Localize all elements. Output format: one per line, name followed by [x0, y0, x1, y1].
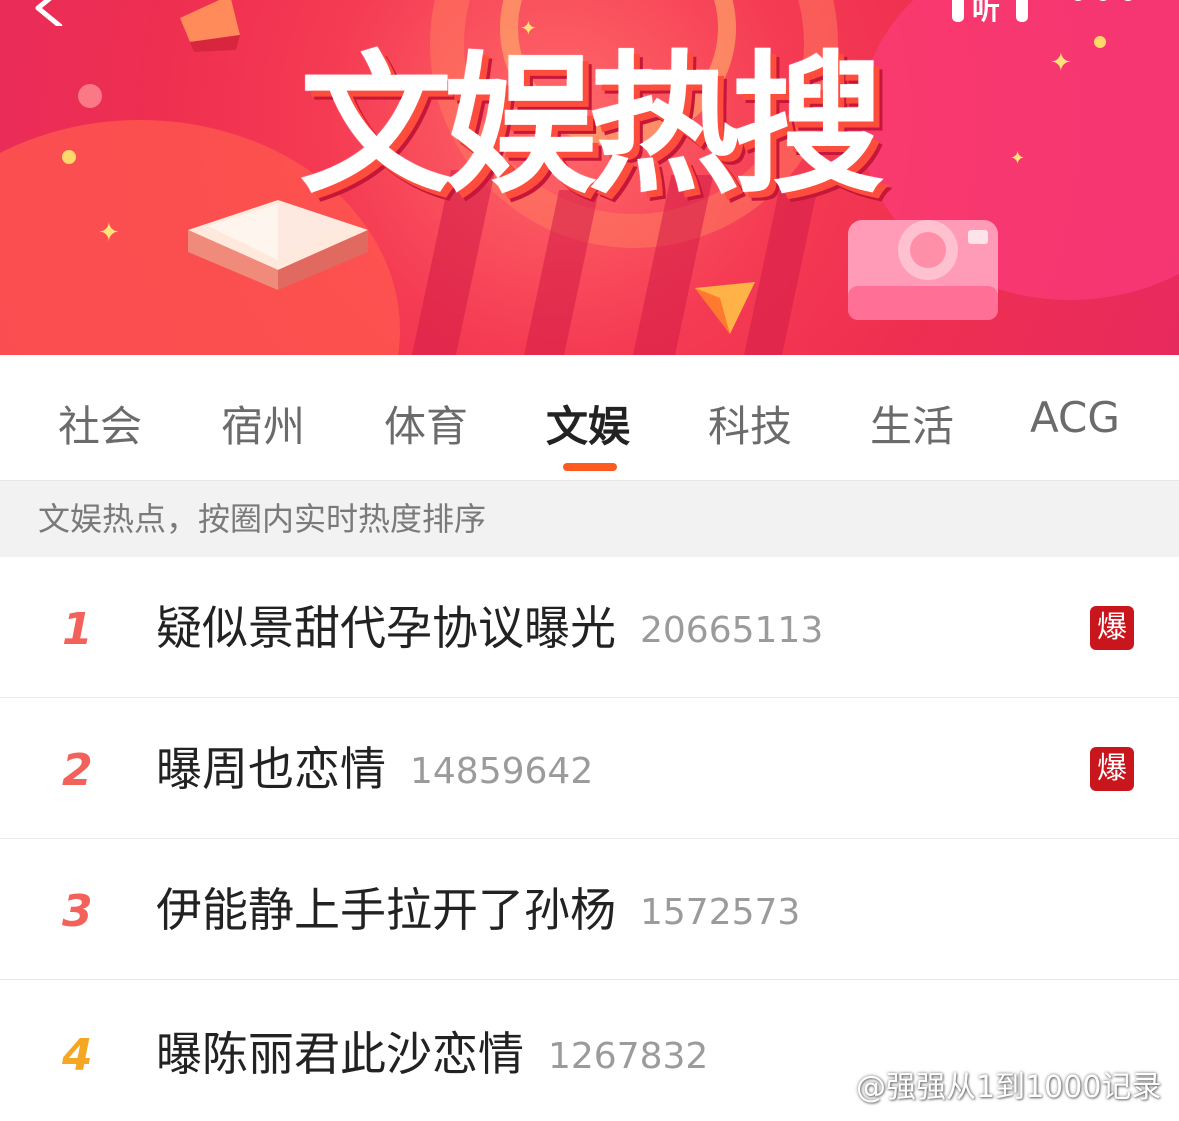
listen-button[interactable]: 听	[948, 0, 1032, 28]
rank-number: 4	[62, 1030, 93, 1081]
heat-count: 14859642	[410, 751, 594, 792]
heat-count: 1267832	[548, 1036, 709, 1077]
section-subtitle: 文娱热点，按圈内实时热度排序	[0, 481, 1179, 557]
topic-text: 曝周也恋情	[156, 742, 386, 796]
list-item[interactable]: 1 疑似景甜代孕协议曝光 20665113 爆	[0, 558, 1179, 698]
hot-badge: 爆	[1090, 606, 1134, 650]
listen-label: 听	[972, 0, 1001, 26]
sparkle-icon: ✦	[1010, 148, 1026, 169]
heat-count: 1572573	[640, 892, 801, 933]
tab-sports[interactable]: 体育	[384, 393, 468, 451]
topic-title: 疑似景甜代孕协议曝光 20665113	[156, 605, 823, 651]
tab-suzhou[interactable]: 宿州	[221, 393, 305, 451]
topic-text: 伊能静上手拉开了孙杨	[156, 883, 616, 937]
sparkle-icon: ✦	[1050, 48, 1072, 78]
tab-acg[interactable]: ACG	[1030, 393, 1120, 443]
heat-count: 20665113	[640, 610, 824, 651]
camera-icon	[848, 220, 998, 320]
watermark: @强强从1到1000记录	[808, 1062, 1161, 1106]
active-tab-indicator	[563, 463, 617, 471]
subtitle-text: 文娱热点，按圈内实时热度排序	[38, 500, 487, 538]
rank-number: 2	[62, 745, 93, 796]
list-item[interactable]: 3 伊能静上手拉开了孙杨 1572573	[0, 840, 1179, 980]
topic-title: 伊能静上手拉开了孙杨 1572573	[156, 887, 800, 933]
watermark-text: @强强从1到1000记录	[856, 1070, 1162, 1105]
list-item[interactable]: 2 曝周也恋情 14859642 爆	[0, 699, 1179, 839]
topic-title: 曝周也恋情 14859642	[156, 746, 593, 792]
topic-title: 曝陈丽君此沙恋情 1267832	[156, 1031, 708, 1077]
divider	[0, 697, 1179, 698]
divider	[0, 838, 1179, 839]
weibo-icon	[809, 1073, 850, 1103]
topic-text: 疑似景甜代孕协议曝光	[156, 601, 616, 655]
banner-decoration	[78, 84, 102, 108]
tab-technology[interactable]: 科技	[708, 393, 792, 451]
category-tabs: 社会 宿州 体育 文娱 科技 生活 ACG	[0, 355, 1179, 481]
megaphone-icon	[180, 0, 240, 52]
tab-life[interactable]: 生活	[870, 393, 954, 451]
tab-society[interactable]: 社会	[58, 393, 142, 451]
sparkle-icon: ✦	[520, 16, 537, 40]
topic-text: 曝陈丽君此沙恋情	[156, 1027, 524, 1081]
rank-number: 1	[62, 604, 93, 655]
sparkle-icon: ✦	[98, 218, 120, 248]
tab-entertainment[interactable]: 文娱	[546, 393, 630, 451]
back-arrow-icon[interactable]	[30, 0, 70, 26]
hero-banner: ✦ ✦ ✦ ✦ ✦ 听 文娱热搜	[0, 0, 1179, 355]
banner-title: 文娱热搜	[300, 37, 884, 214]
prism-icon	[695, 282, 755, 334]
divider	[0, 979, 1179, 980]
banner-decoration	[62, 150, 76, 164]
banner-decoration	[1094, 36, 1106, 48]
more-icon[interactable]	[1068, 0, 1138, 8]
rank-number: 3	[62, 886, 93, 937]
hot-badge: 爆	[1090, 747, 1134, 791]
